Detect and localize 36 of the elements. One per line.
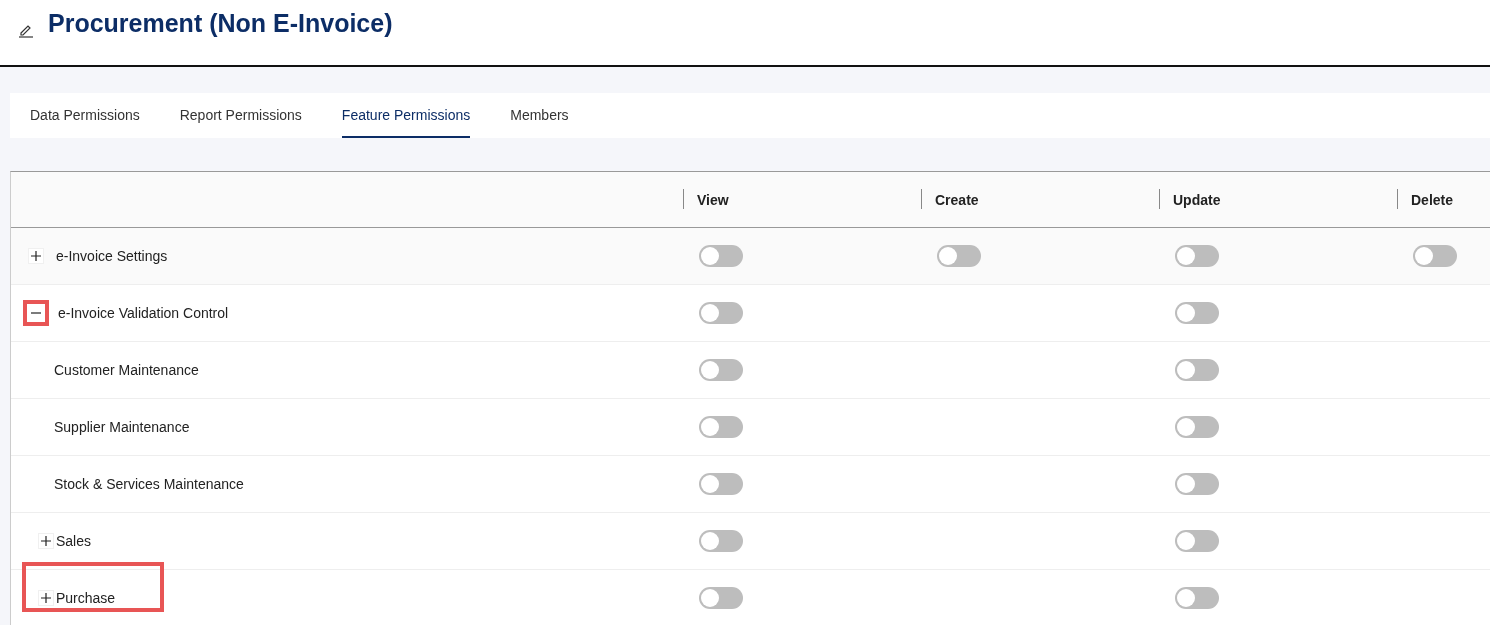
feature-name: e-Invoice Validation Control (58, 305, 229, 321)
toggle-switch[interactable] (1175, 245, 1219, 267)
column-header: View (697, 191, 729, 208)
toggle-switch[interactable] (1175, 587, 1219, 609)
column-header: Update (1173, 191, 1221, 208)
feature-name: Supplier Maintenance (54, 419, 190, 435)
tab[interactable]: Feature Permissions (341, 93, 471, 138)
feature-name: e-Invoice Settings (56, 248, 168, 264)
toggle-switch[interactable] (1175, 359, 1219, 381)
feature-name: Customer Maintenance (54, 362, 199, 378)
expand-toggle[interactable] (23, 300, 49, 326)
toggle-switch[interactable] (699, 302, 743, 324)
column-header: Create (935, 191, 979, 208)
tab[interactable]: Report Permissions (179, 93, 302, 138)
plus-icon (41, 593, 51, 603)
toggle-switch[interactable] (937, 245, 981, 267)
feature-name: Stock & Services Maintenance (54, 476, 244, 492)
feature-name: Sales (56, 533, 92, 549)
plus-icon (31, 251, 41, 261)
toggle-switch[interactable] (1175, 530, 1219, 552)
toggle-switch[interactable] (699, 530, 743, 552)
toggle-switch[interactable] (699, 245, 743, 267)
toggle-switch[interactable] (699, 473, 743, 495)
toggle-switch[interactable] (1175, 473, 1219, 495)
page-title: Procurement (Non E-Invoice) (48, 8, 393, 38)
toggle-switch[interactable] (699, 587, 743, 609)
column-header: Delete (1411, 191, 1454, 208)
toggle-switch[interactable] (1413, 245, 1457, 267)
toggle-switch[interactable] (699, 359, 743, 381)
toggle-switch[interactable] (699, 416, 743, 438)
tab[interactable]: Data Permissions (30, 93, 140, 138)
toggle-switch[interactable] (1175, 416, 1219, 438)
plus-icon (41, 536, 51, 546)
feature-name: Purchase (56, 590, 116, 606)
tab[interactable]: Members (510, 93, 569, 138)
toggle-switch[interactable] (1175, 302, 1219, 324)
